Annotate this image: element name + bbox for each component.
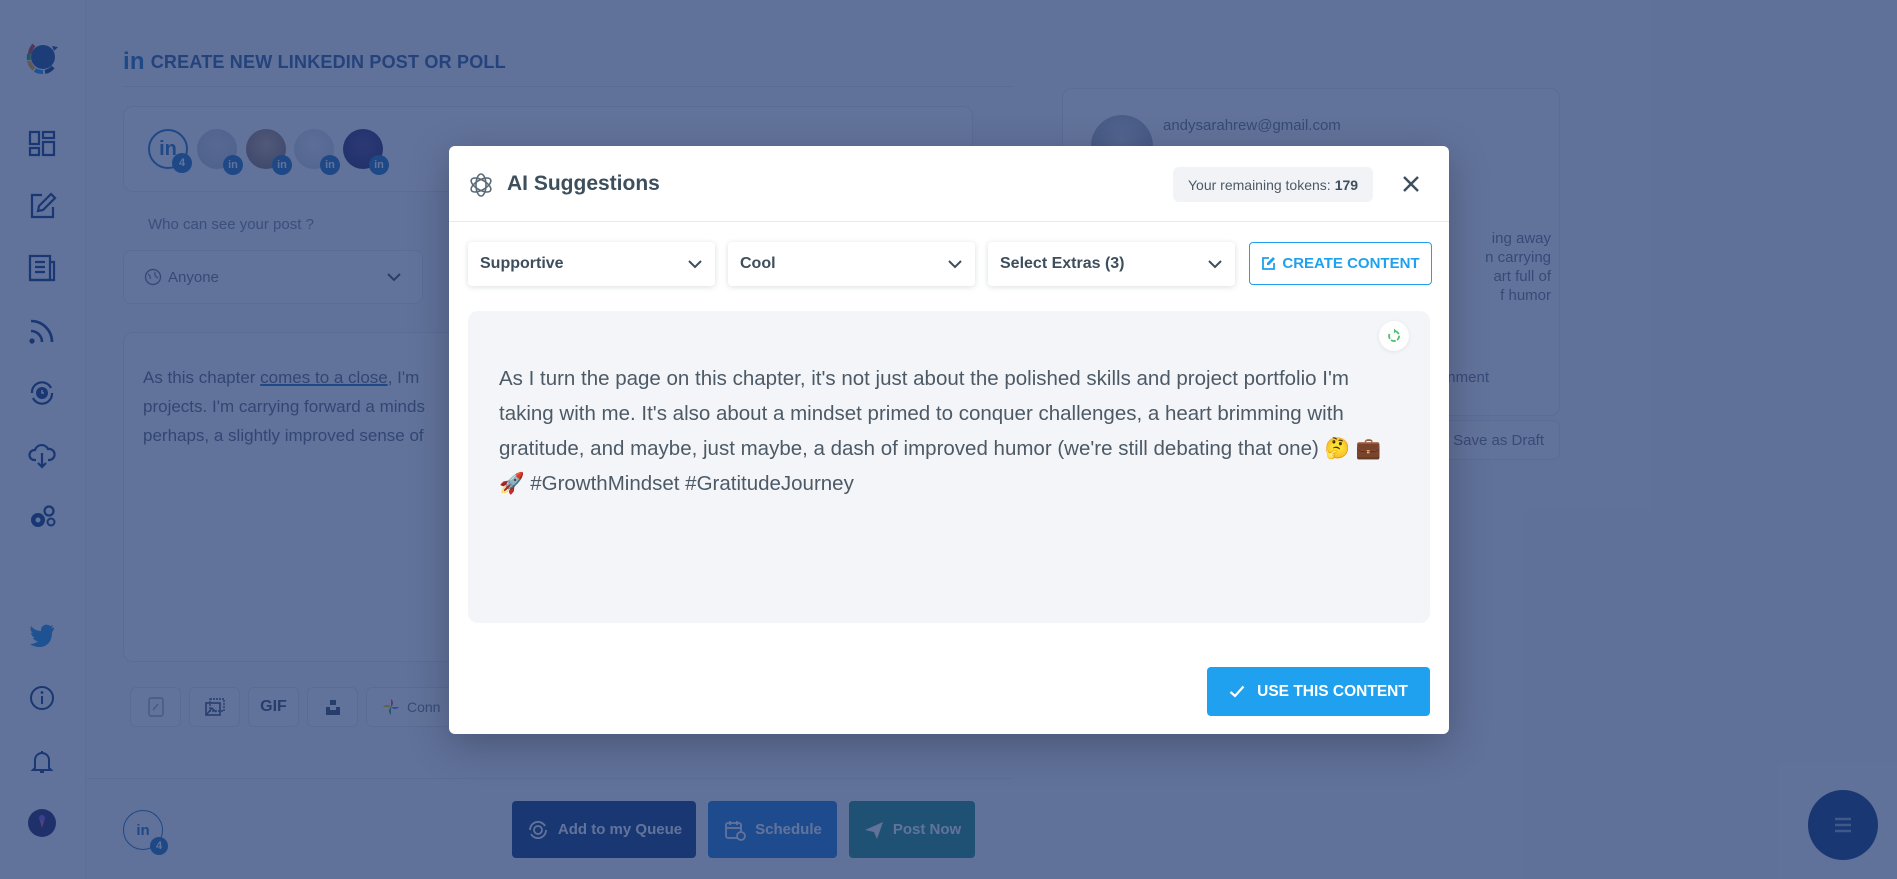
tokens-value: 179 [1334, 176, 1359, 193]
create-content-button[interactable]: CREATE CONTENT [1249, 242, 1432, 285]
suggestion-text[interactable]: As I turn the page on this chapter, it's… [499, 361, 1399, 501]
edit-icon [1262, 257, 1276, 270]
tokens-label: Your remaining tokens: [1188, 176, 1331, 193]
chevron-down-icon [688, 260, 702, 269]
refresh-icon [1388, 328, 1400, 342]
close-button[interactable] [1399, 172, 1423, 196]
regenerate-button[interactable] [1379, 321, 1409, 351]
extras-select-value: Select Extras (3) [1000, 255, 1125, 272]
remaining-tokens-badge: Your remaining tokens: 179 [1173, 167, 1374, 202]
check-icon [1229, 685, 1245, 698]
style-select-value: Cool [740, 255, 776, 272]
use-this-content-label: USE THIS CONTENT [1257, 682, 1408, 700]
suggestion-result: As I turn the page on this chapter, it's… [468, 311, 1430, 623]
generation-controls: Supportive Cool Select Extras (3) CREATE… [468, 242, 1432, 286]
tone-select-value: Supportive [480, 255, 564, 272]
modal-title: AI Suggestions [507, 172, 660, 195]
chevron-down-icon [948, 260, 962, 269]
openai-icon [470, 173, 492, 197]
chevron-down-icon [1208, 260, 1222, 269]
modal-header: AI Suggestions Your remaining tokens: 17… [449, 146, 1449, 222]
close-icon [1403, 176, 1419, 192]
style-select[interactable]: Cool [728, 242, 975, 286]
tone-select[interactable]: Supportive [468, 242, 715, 286]
ai-suggestions-modal: AI Suggestions Your remaining tokens: 17… [449, 146, 1449, 734]
use-this-content-button[interactable]: USE THIS CONTENT [1207, 667, 1430, 716]
create-content-label: CREATE CONTENT [1282, 255, 1420, 272]
extras-select[interactable]: Select Extras (3) [988, 242, 1235, 286]
